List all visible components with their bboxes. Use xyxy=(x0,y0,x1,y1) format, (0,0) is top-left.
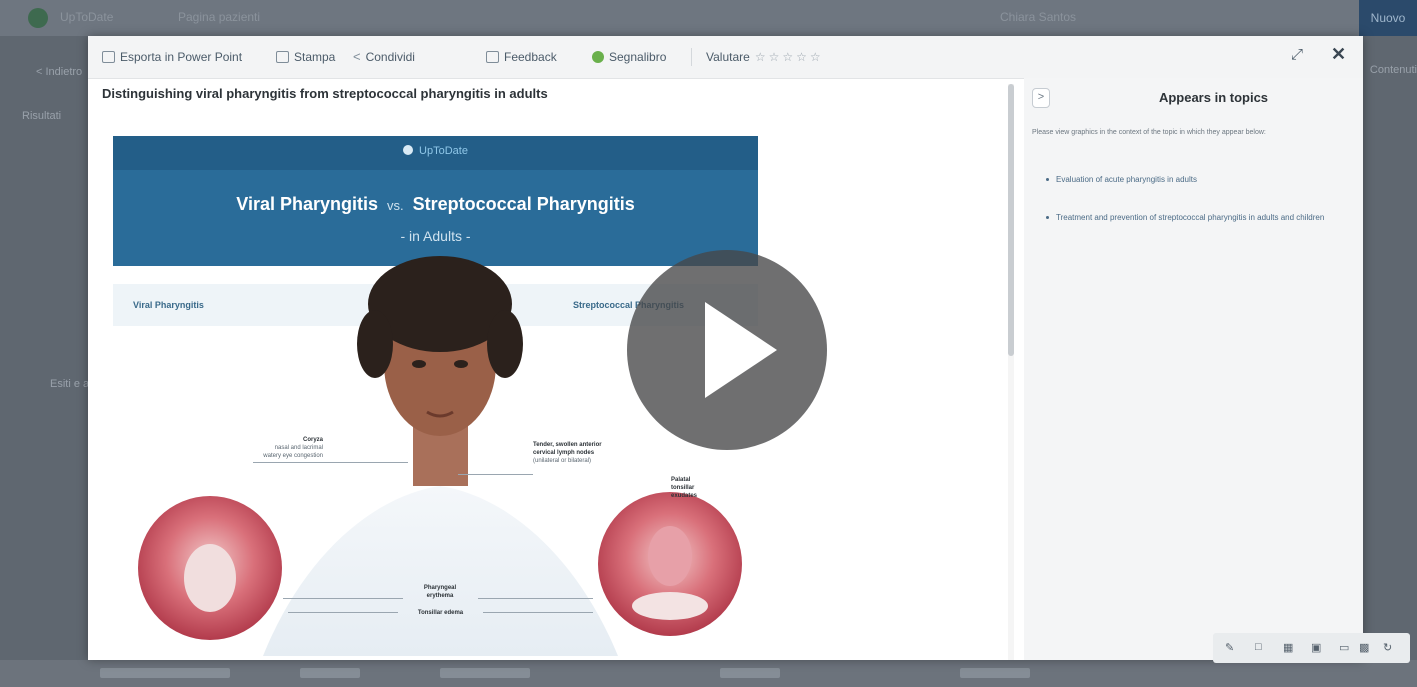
appears-in-topics-panel: > Appears in topics Please view graphics… xyxy=(1024,78,1363,660)
app-name: UpToDate xyxy=(60,10,114,24)
label-exudates: Palatal tonsillar exudates xyxy=(671,476,721,500)
pen-icon[interactable]: ✎ xyxy=(1225,641,1234,654)
panel-note: Please view graphics in the context of t… xyxy=(1032,129,1266,136)
scrollbar-thumb[interactable] xyxy=(1008,84,1014,356)
background-app-header: UpToDate Pagina pazienti Chiara Santos N… xyxy=(0,0,1417,36)
powerpoint-icon xyxy=(102,51,115,63)
label-coryza-detail2: watery eye congestion xyxy=(263,453,323,459)
label-pharynx-2: erythema xyxy=(426,593,454,599)
toolbar-divider xyxy=(691,48,692,66)
label-nodes-title2: cervical lymph nodes xyxy=(533,450,595,456)
back-link: < Indietro xyxy=(36,66,83,78)
export-label: Esporta in Power Point xyxy=(120,50,243,64)
label-exudates-1: Palatal xyxy=(671,477,691,483)
print-label: Stampa xyxy=(294,50,336,64)
leader-line xyxy=(253,462,408,463)
footer-chip xyxy=(720,668,780,678)
label-pharyngeal-erythema: Pharyngeal erythema xyxy=(403,584,477,600)
grid-icon[interactable]: ▦ xyxy=(1283,641,1293,654)
label-nodes-detail: (unilateral or bilateral) xyxy=(533,458,592,464)
app-logo-icon xyxy=(28,8,48,28)
contents-label: Contenuti xyxy=(1369,64,1417,76)
modal-toolbar: Esporta in Power Point Stampa < Condivid… xyxy=(88,36,1363,79)
bullet-icon xyxy=(1046,178,1049,181)
bookmark-button[interactable]: Segnalibro xyxy=(592,49,666,65)
window-icon[interactable]: ▭ xyxy=(1339,641,1349,654)
label-coryza-title: Coryza xyxy=(302,437,323,443)
rating-control[interactable]: Valutare ☆☆☆☆☆ xyxy=(706,49,824,65)
label-coryza: Coryza nasal and lacrimal watery eye con… xyxy=(233,436,323,460)
footer-chip xyxy=(960,668,1030,678)
topic-label[interactable]: Evaluation of acute pharyngitis in adult… xyxy=(1056,174,1197,186)
expand-icon[interactable]: ⤢ xyxy=(1291,46,1303,63)
label-tonsil: Tonsillar edema xyxy=(417,610,464,616)
label-lymph-nodes: Tender, swollen anterior cervical lymph … xyxy=(533,441,643,465)
replay-icon[interactable]: ↻ xyxy=(1383,641,1392,654)
bookmark-label: Segnalibro xyxy=(609,50,667,64)
footer-chip xyxy=(440,668,530,678)
export-powerpoint-button[interactable]: Esporta in Power Point xyxy=(102,49,242,65)
footer-chip xyxy=(300,668,360,678)
leader-line xyxy=(288,612,398,613)
video-play-button[interactable] xyxy=(627,250,827,450)
share-button[interactable]: < Condividi xyxy=(353,49,415,65)
leader-line xyxy=(478,598,593,599)
results-label: Risultati xyxy=(22,110,62,122)
leader-line xyxy=(283,598,403,599)
background-footer xyxy=(0,660,1417,687)
label-exudates-3: exudates xyxy=(671,493,698,499)
footer-chip xyxy=(100,668,230,678)
feedback-button[interactable]: Feedback xyxy=(486,49,557,65)
feedback-label: Feedback xyxy=(504,50,557,64)
star-rating-icon[interactable]: ☆☆☆☆☆ xyxy=(755,50,824,64)
context-label: Pagina pazienti xyxy=(178,10,261,24)
print-icon xyxy=(276,51,289,63)
label-exudates-2: tonsillar xyxy=(671,485,695,491)
collapse-panel-icon[interactable]: > xyxy=(1032,88,1050,108)
share-label: Condividi xyxy=(365,50,415,64)
label-nodes-title: Tender, swollen anterior xyxy=(533,442,602,448)
label-coryza-detail: nasal and lacrimal xyxy=(274,445,323,451)
new-button: Nuovo xyxy=(1359,0,1417,36)
feedback-icon xyxy=(486,51,499,63)
rate-label: Valutare xyxy=(706,50,750,64)
label-pharynx-1: Pharyngeal xyxy=(423,585,457,591)
topic-link[interactable]: Evaluation of acute pharyngitis in adult… xyxy=(1046,174,1336,186)
print-button[interactable]: Stampa xyxy=(276,49,335,65)
bullet-icon xyxy=(1046,216,1049,219)
frame-icon[interactable]: □ xyxy=(1255,641,1262,653)
panel-title: Appears in topics xyxy=(1158,90,1269,105)
topic-label[interactable]: Treatment and prevention of streptococca… xyxy=(1056,212,1324,224)
play-icon xyxy=(705,302,777,398)
topic-link[interactable]: Treatment and prevention of streptococca… xyxy=(1046,212,1336,224)
share-icon: < xyxy=(353,49,361,64)
caption-icon[interactable]: ▩ xyxy=(1359,641,1369,654)
layout-icon[interactable]: ▣ xyxy=(1311,641,1321,654)
leader-line xyxy=(483,612,593,613)
close-icon[interactable]: ✕ xyxy=(1331,44,1346,65)
video-controls-toolbar: ✎ □ ▦ ▣ ▭ ▩ ↻ xyxy=(1213,633,1410,663)
bookmark-icon xyxy=(592,51,604,63)
leader-line xyxy=(458,474,533,475)
graphic-title: Distinguishing viral pharyngitis from st… xyxy=(102,86,548,101)
user-name: Chiara Santos xyxy=(1000,10,1077,24)
label-tonsillar-edema: Tonsillar edema xyxy=(398,609,483,617)
